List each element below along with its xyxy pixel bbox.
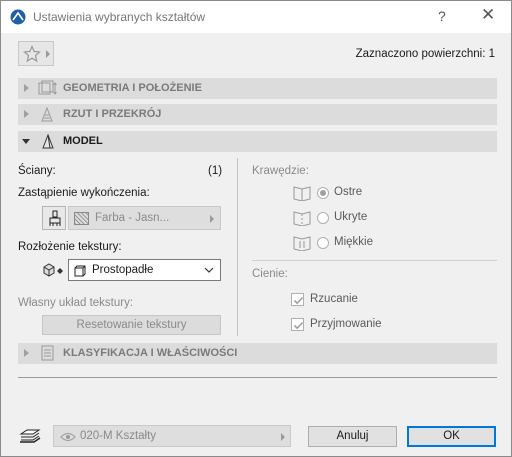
checkbox-receive[interactable]: [291, 318, 304, 331]
section-model[interactable]: MODEL: [18, 131, 497, 152]
section-label: GEOMETRIA I POŁOŻENIE: [63, 82, 202, 94]
favorites-button[interactable]: [18, 41, 54, 66]
surface-swatch: [74, 212, 89, 225]
favorites-arrow-icon: [46, 50, 50, 58]
expand-arrow-icon: [24, 110, 29, 118]
settings-dialog: Ustawienia wybranych kształtów ? ✕ Zazna…: [0, 0, 512, 457]
radio-sharp[interactable]: [317, 187, 329, 199]
walls-label: Ściany:: [18, 165, 56, 177]
edge-label: Ostre: [334, 186, 363, 198]
finish-override-toggle[interactable]: [42, 206, 66, 230]
layer-value: 020-M Kształty: [80, 430, 157, 442]
checkbox-cast[interactable]: [291, 293, 304, 306]
floor-plan-section-icon: [41, 106, 53, 122]
edges-label: Krawędzie:: [252, 165, 309, 177]
paint-brush-icon: [49, 210, 61, 226]
texture-mapping-label: Rozłożenie tekstury:: [18, 241, 122, 253]
cancel-button[interactable]: Anuluj: [308, 426, 397, 447]
footer-divider: [18, 377, 497, 378]
picker-arrow-icon: [281, 433, 285, 441]
radio-hidden[interactable]: [317, 212, 329, 224]
layer-picker[interactable]: 020-M Kształty: [53, 425, 291, 447]
texture-mapping-select[interactable]: Prostopadłe: [68, 259, 221, 281]
divider: [252, 260, 497, 261]
archicad-app-icon: [10, 9, 26, 25]
expand-arrow-icon: [24, 349, 29, 357]
reset-texture-button[interactable]: Resetowanie tekstury: [42, 315, 221, 335]
section-label: KLASYFIKACJA I WŁAŚCIWOŚCI: [63, 347, 238, 359]
expand-arrow-icon: [24, 84, 29, 92]
selection-info: Zaznaczono powierzchni: 1: [355, 48, 495, 60]
finish-surface-picker[interactable]: Farba - Jasn...: [68, 206, 221, 230]
window-title: Ustawienia wybranych kształtów: [33, 10, 206, 24]
section-plan-and-section[interactable]: RZUT I PRZEKRÓJ: [18, 104, 497, 125]
checkmark-icon: [293, 321, 304, 330]
shadow-label: Rzucanie: [310, 293, 358, 305]
layers-icon: [19, 429, 41, 443]
walls-count: (1): [208, 165, 223, 177]
picker-arrow-icon: [210, 215, 214, 223]
collapse-arrow-icon: [22, 139, 30, 144]
finish-value: Farba - Jasn...: [95, 212, 170, 224]
hidden-edges-icon: [293, 211, 311, 226]
properties-list-icon: [41, 345, 54, 361]
chevron-down-icon: [204, 267, 214, 273]
section-label: MODEL: [63, 135, 103, 147]
edge-label: Miękkie: [334, 236, 373, 248]
close-button[interactable]: ✕: [481, 5, 495, 25]
section-classification[interactable]: KLASYFIKACJA I WŁAŚCIWOŚCI: [18, 343, 497, 364]
shadows-label: Cienie:: [252, 268, 288, 280]
help-button[interactable]: ?: [438, 8, 446, 24]
sharp-edges-icon: [293, 186, 311, 201]
edge-label: Ukryte: [334, 211, 368, 223]
checkmark-icon: [293, 296, 304, 305]
title-bar: Ustawienia wybranych kształtów ? ✕: [1, 1, 511, 33]
geometry-position-icon: [38, 80, 57, 95]
texture-mapping-value: Prostopadłe: [92, 264, 154, 276]
projection-icon: [74, 265, 86, 277]
custom-texture-label: Własny układ tekstury:: [18, 297, 134, 309]
radio-smooth[interactable]: [317, 237, 329, 249]
eye-icon: [60, 433, 76, 441]
model-3d-icon: [42, 133, 54, 149]
section-geometry[interactable]: GEOMETRIA I POŁOŻENIE: [18, 78, 497, 99]
texture-mapping-icon: [43, 263, 63, 277]
star-icon: [23, 45, 41, 63]
shadow-label: Przyjmowanie: [310, 318, 382, 330]
finish-override-label: Zastąpienie wykończenia:: [18, 187, 150, 199]
ok-button[interactable]: OK: [407, 426, 496, 447]
smooth-edges-icon: [293, 236, 311, 251]
section-label: RZUT I PRZEKRÓJ: [63, 108, 162, 120]
column-divider: [237, 158, 238, 336]
